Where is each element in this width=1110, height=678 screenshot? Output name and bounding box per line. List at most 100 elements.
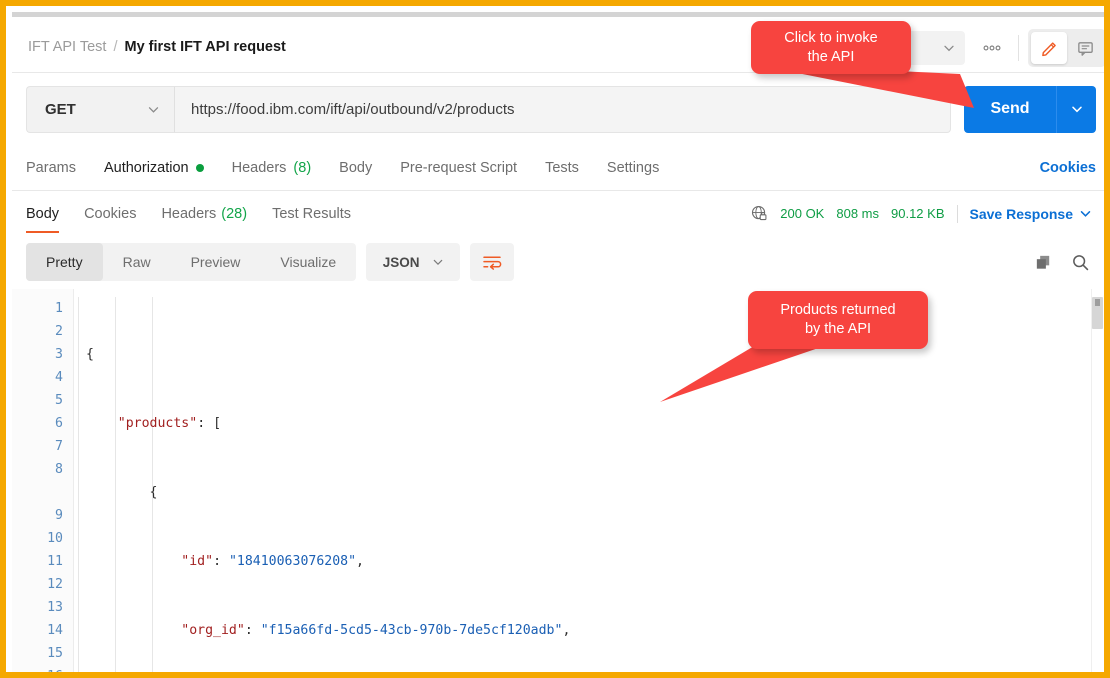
response-tab-headers-count: (28) <box>221 205 248 222</box>
response-tab-bar: Body Cookies Headers (28) Test Results 2… <box>12 192 1104 235</box>
comments-button[interactable] <box>1067 32 1103 64</box>
tab-tests-label: Tests <box>545 160 579 176</box>
code-line-number-gutter: 1 2 3 4 5 6 7 8 9 10 11 12 13 14 15 16 <box>12 289 74 678</box>
breadcrumb-collection[interactable]: IFT API Test <box>28 39 106 55</box>
json-key: org_id <box>189 623 237 638</box>
line-number: 1 <box>55 301 63 316</box>
edit-request-button[interactable] <box>1031 32 1067 64</box>
view-visualize[interactable]: Visualize <box>260 243 356 281</box>
tab-params[interactable]: Params <box>26 160 76 176</box>
header-divider <box>1018 35 1019 61</box>
response-tab-test-results-label: Test Results <box>272 205 352 222</box>
chevron-down-icon <box>1071 106 1082 113</box>
tab-settings[interactable]: Settings <box>607 160 659 176</box>
line-number: 13 <box>47 600 63 615</box>
tab-body-label: Body <box>339 160 373 176</box>
copy-icon[interactable] <box>1034 253 1053 272</box>
line-number: 11 <box>47 554 63 569</box>
status-time: 808 ms <box>836 206 879 221</box>
line-number: 3 <box>55 347 63 362</box>
pencil-icon <box>1041 41 1056 56</box>
response-tab-body-label: Body <box>26 205 60 222</box>
line-number-spacer <box>12 481 73 504</box>
chevron-down-icon <box>944 45 954 52</box>
json-key: id <box>189 554 206 569</box>
response-body-code-viewer[interactable]: 1 2 3 4 5 6 7 8 9 10 11 12 13 14 15 16 {… <box>12 289 1104 678</box>
line-number: 8 <box>55 462 63 477</box>
response-view-segmented-control: Pretty Raw Preview Visualize <box>26 243 357 281</box>
json-value: f15a66fd-5cd5-43cb-970b-7de5cf120adb <box>268 623 555 638</box>
callout-click-to-invoke: Click to invoke the API <box>751 21 911 74</box>
line-number: 16 <box>47 669 63 678</box>
response-tab-headers-label: Headers <box>161 205 217 222</box>
authorization-status-dot-icon <box>195 164 204 172</box>
chevron-down-icon <box>148 106 159 113</box>
chevron-down-icon[interactable] <box>1079 207 1092 220</box>
code-line: "id": "18410063076208", <box>181 554 364 569</box>
annotated-screenshot-frame: IFT API Test / My first IFT API request <box>0 0 1110 678</box>
comment-icon <box>1077 41 1093 56</box>
response-tools <box>1034 253 1096 272</box>
globe-lock-icon <box>752 205 767 221</box>
code-scrollbar-thumb[interactable] <box>1092 297 1103 329</box>
callout-text: Products returned by the API <box>780 302 896 337</box>
view-mode-toggle <box>1028 29 1104 67</box>
tab-authorization-label: Authorization <box>103 160 189 176</box>
response-tab-test-results[interactable]: Test Results <box>272 192 351 235</box>
status-divider <box>956 204 958 223</box>
code-line: { <box>86 485 158 500</box>
view-preview[interactable]: Preview <box>171 243 261 281</box>
tab-headers[interactable]: Headers (8) <box>232 160 312 176</box>
tab-pre-request-script-label: Pre-request Script <box>400 160 518 176</box>
send-options-button[interactable] <box>1056 85 1096 133</box>
http-method-select[interactable]: GET <box>26 85 174 133</box>
response-tab-headers[interactable]: Headers (28) <box>161 192 247 235</box>
line-number: 12 <box>47 577 63 592</box>
save-response-button[interactable]: Save Response <box>970 206 1074 222</box>
code-line: "org_id": "f15a66fd-5cd5-43cb-970b-7de5c… <box>181 623 571 638</box>
code-text: { "products": [ { "id": "18410063076208"… <box>74 289 1086 672</box>
request-tab-bar: Params Authorization Headers (8) Body Pr… <box>12 146 1104 191</box>
tab-pre-request-script[interactable]: Pre-request Script <box>400 160 517 176</box>
line-number: 2 <box>55 324 63 339</box>
response-tab-cookies-label: Cookies <box>84 205 137 222</box>
line-number: 14 <box>47 623 63 638</box>
breadcrumb-separator: / <box>113 39 118 55</box>
tab-headers-count: (8) <box>293 160 312 176</box>
tab-settings-label: Settings <box>606 160 660 176</box>
response-language-value: JSON <box>382 254 420 270</box>
callout-text: Click to invoke the API <box>784 29 878 65</box>
tab-authorization[interactable]: Authorization <box>104 160 204 176</box>
breadcrumb-current-request: My first IFT API request <box>124 39 286 55</box>
json-value: 18410063076208 <box>236 554 349 569</box>
line-number: 5 <box>55 393 63 408</box>
tab-tests[interactable]: Tests <box>545 160 579 176</box>
view-raw[interactable]: Raw <box>103 243 171 281</box>
response-tab-cookies[interactable]: Cookies <box>84 192 136 235</box>
response-format-bar: Pretty Raw Preview Visualize JSON <box>12 237 1104 287</box>
tab-headers-label: Headers <box>231 160 287 176</box>
status-size: 90.12 KB <box>891 206 945 221</box>
line-number: 9 <box>55 508 63 523</box>
response-status-group: 200 OK 808 ms 90.12 KB Save Response <box>751 204 1096 223</box>
code-scrollbar-track[interactable] <box>1091 289 1104 672</box>
code-line: { <box>86 347 94 362</box>
callout-products-returned: Products returned by the API <box>748 291 928 349</box>
http-method-value: GET <box>45 100 76 118</box>
response-language-select[interactable]: JSON <box>366 243 461 281</box>
status-code: 200 OK <box>780 206 825 221</box>
word-wrap-icon <box>483 255 502 270</box>
word-wrap-button[interactable] <box>470 243 515 281</box>
line-number: 4 <box>55 370 63 385</box>
tab-body[interactable]: Body <box>339 160 372 176</box>
tab-params-label: Params <box>26 160 76 176</box>
line-number: 7 <box>55 439 63 454</box>
json-key: products <box>125 416 190 431</box>
search-icon[interactable] <box>1071 253 1090 272</box>
line-number: 10 <box>47 531 63 546</box>
view-pretty[interactable]: Pretty <box>26 243 103 281</box>
cookies-link[interactable]: Cookies <box>1040 160 1096 176</box>
response-tab-body[interactable]: Body <box>26 192 60 235</box>
ellipsis-icon <box>983 45 1001 51</box>
code-line: "products": [ <box>117 416 222 431</box>
